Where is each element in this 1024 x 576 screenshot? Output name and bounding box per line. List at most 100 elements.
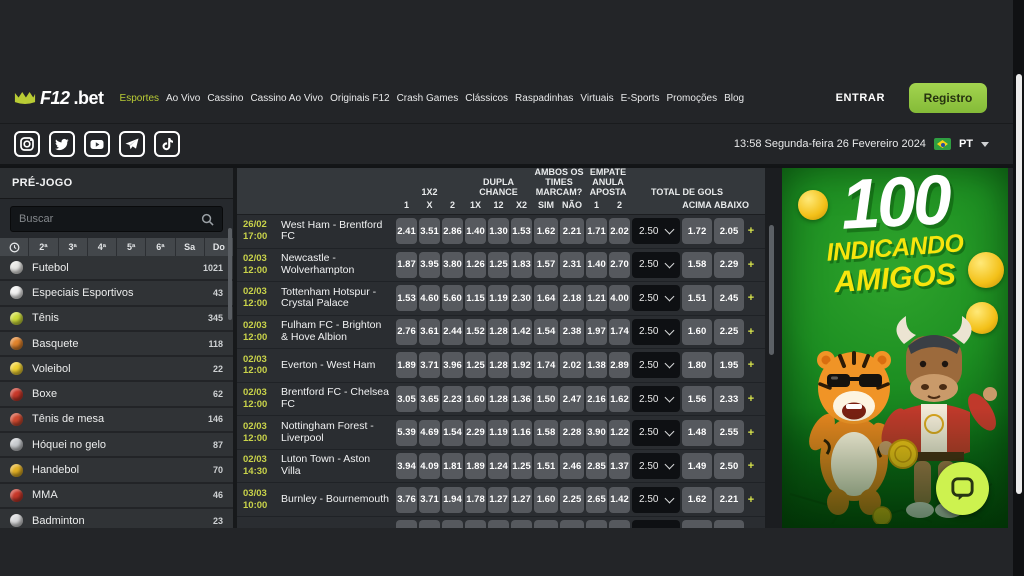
more-bets-button[interactable]: + xyxy=(745,393,757,405)
odds-button[interactable]: 2.76 xyxy=(396,319,417,345)
odds-button[interactable] xyxy=(534,520,558,528)
site-logo[interactable]: F12.bet xyxy=(14,88,104,109)
match-info[interactable]: 02/0314:30Luton Town - Aston Villa xyxy=(237,454,395,478)
odds-button[interactable]: 1.58 xyxy=(534,420,558,446)
sidebar-item-voleibol[interactable]: Voleibol22 xyxy=(0,357,233,382)
day-tab-4[interactable]: 4ª xyxy=(87,238,116,256)
odds-button[interactable]: 1.25 xyxy=(488,252,509,278)
odds-button[interactable]: 2.18 xyxy=(560,285,584,311)
match-info[interactable]: 02/0312:00Everton - West Ham xyxy=(237,354,395,378)
odds-button[interactable]: 2.23 xyxy=(442,386,463,412)
odds-button[interactable]: 3.76 xyxy=(396,487,417,513)
odds-button[interactable]: 1.22 xyxy=(609,420,630,446)
odds-button[interactable]: 2.70 xyxy=(609,252,630,278)
chat-button[interactable] xyxy=(936,462,989,515)
sidebar-item-basquete[interactable]: Basquete118 xyxy=(0,332,233,357)
odds-button[interactable]: 1.52 xyxy=(465,319,486,345)
goals-line-select[interactable]: 2.50 xyxy=(632,352,680,378)
odds-button[interactable]: 4.69 xyxy=(419,420,440,446)
odds-button[interactable]: 1.49 xyxy=(682,453,712,479)
match-info[interactable]: 02/0312:00Newcastle - Wolverhampton xyxy=(237,253,395,277)
odds-button[interactable]: 2.02 xyxy=(560,352,584,378)
odds-button[interactable]: 1.74 xyxy=(609,319,630,345)
odds-button[interactable]: 2.33 xyxy=(714,386,744,412)
odds-button[interactable]: 3.90 xyxy=(586,420,607,446)
odds-button[interactable]: 2.89 xyxy=(609,352,630,378)
odds-button[interactable]: 1.30 xyxy=(488,218,509,244)
nav-item-cl-ssicos[interactable]: Clássicos xyxy=(465,93,508,104)
telegram-link[interactable] xyxy=(119,131,145,157)
instagram-link[interactable] xyxy=(14,131,40,157)
odds-button[interactable]: 1.97 xyxy=(586,319,607,345)
odds-button[interactable]: 2.55 xyxy=(714,420,744,446)
odds-button[interactable]: 3.51 xyxy=(419,218,440,244)
goals-line-select[interactable]: 2.50 xyxy=(632,285,680,311)
day-tab-6[interactable]: 6ª xyxy=(145,238,174,256)
goals-line-select[interactable]: 2.50 xyxy=(632,487,680,513)
odds-button[interactable] xyxy=(419,520,440,528)
odds-button[interactable] xyxy=(396,520,417,528)
odds-button[interactable]: 1.57 xyxy=(534,252,558,278)
sidebar-item-mma[interactable]: MMA46 xyxy=(0,484,233,509)
match-info[interactable]: 03/0310:00Burnley - Bournemouth xyxy=(237,488,395,512)
odds-button[interactable]: 1.27 xyxy=(511,487,532,513)
match-info[interactable]: 02/0312:00Fulham FC - Brighton & Hove Al… xyxy=(237,320,395,344)
odds-button[interactable]: 1.60 xyxy=(534,487,558,513)
odds-button[interactable]: 2.85 xyxy=(586,453,607,479)
odds-button[interactable]: 1.60 xyxy=(465,386,486,412)
sidebar-item-t-nis[interactable]: Tênis345 xyxy=(0,307,233,332)
odds-button[interactable]: 1.27 xyxy=(488,487,509,513)
odds-button[interactable]: 2.38 xyxy=(560,319,584,345)
match-info[interactable]: 02/0312:00Brentford FC - Chelsea FC xyxy=(237,387,395,411)
odds-button[interactable]: 1.58 xyxy=(682,252,712,278)
odds-button[interactable]: 2.46 xyxy=(560,453,584,479)
odds-button[interactable]: 2.45 xyxy=(714,285,744,311)
goals-line-select[interactable]: 2.50 xyxy=(632,453,680,479)
more-bets-button[interactable]: + xyxy=(745,359,757,371)
sidebar-item-futebol[interactable]: Futebol1021 xyxy=(0,256,233,281)
day-tab-3[interactable]: 3ª xyxy=(58,238,87,256)
odds-button[interactable]: 2.65 xyxy=(586,487,607,513)
odds-button[interactable]: 1.89 xyxy=(396,352,417,378)
odds-button[interactable]: 1.36 xyxy=(511,386,532,412)
odds-button[interactable]: 1.28 xyxy=(488,352,509,378)
sidebar-item-boxe[interactable]: Boxe62 xyxy=(0,382,233,407)
odds-button[interactable]: 1.24 xyxy=(488,453,509,479)
odds-button[interactable]: 3.96 xyxy=(442,352,463,378)
odds-button[interactable]: 4.00 xyxy=(609,285,630,311)
day-tab-all[interactable] xyxy=(0,238,28,256)
odds-button[interactable]: 2.25 xyxy=(714,319,744,345)
odds-button[interactable]: 1.83 xyxy=(511,252,532,278)
odds-button[interactable]: 2.21 xyxy=(714,487,744,513)
nav-item-crash-games[interactable]: Crash Games xyxy=(397,93,459,104)
nav-item-e-sports[interactable]: E-Sports xyxy=(621,93,660,104)
login-button[interactable]: ENTRAR xyxy=(836,92,885,104)
odds-button[interactable]: 3.61 xyxy=(419,319,440,345)
odds-button[interactable] xyxy=(465,520,486,528)
odds-button[interactable]: 3.05 xyxy=(396,386,417,412)
goals-line-select[interactable] xyxy=(632,520,680,528)
odds-button[interactable]: 1.60 xyxy=(682,319,712,345)
odds-button[interactable]: 2.05 xyxy=(714,218,744,244)
odds-button[interactable]: 2.29 xyxy=(714,252,744,278)
odds-button[interactable]: 1.15 xyxy=(465,285,486,311)
odds-button[interactable] xyxy=(488,520,509,528)
odds-button[interactable]: 1.40 xyxy=(586,252,607,278)
odds-button[interactable]: 4.09 xyxy=(419,453,440,479)
odds-button[interactable]: 1.53 xyxy=(511,218,532,244)
odds-button[interactable]: 1.54 xyxy=(534,319,558,345)
register-button[interactable]: Registro xyxy=(909,83,987,113)
odds-button[interactable] xyxy=(511,520,532,528)
sidebar-scrollbar[interactable] xyxy=(228,228,232,320)
odds-button[interactable]: 2.28 xyxy=(560,420,584,446)
odds-button[interactable]: 1.25 xyxy=(511,453,532,479)
youtube-link[interactable] xyxy=(84,131,110,157)
odds-button[interactable]: 4.60 xyxy=(419,285,440,311)
tiktok-link[interactable] xyxy=(154,131,180,157)
odds-button[interactable]: 1.50 xyxy=(534,386,558,412)
odds-button[interactable]: 3.71 xyxy=(419,352,440,378)
odds-button[interactable]: 1.21 xyxy=(586,285,607,311)
match-info[interactable]: 26/0217:00West Ham - Brentford FC xyxy=(237,219,395,243)
odds-button[interactable]: 1.51 xyxy=(534,453,558,479)
nav-item-esportes[interactable]: Esportes xyxy=(120,93,159,104)
